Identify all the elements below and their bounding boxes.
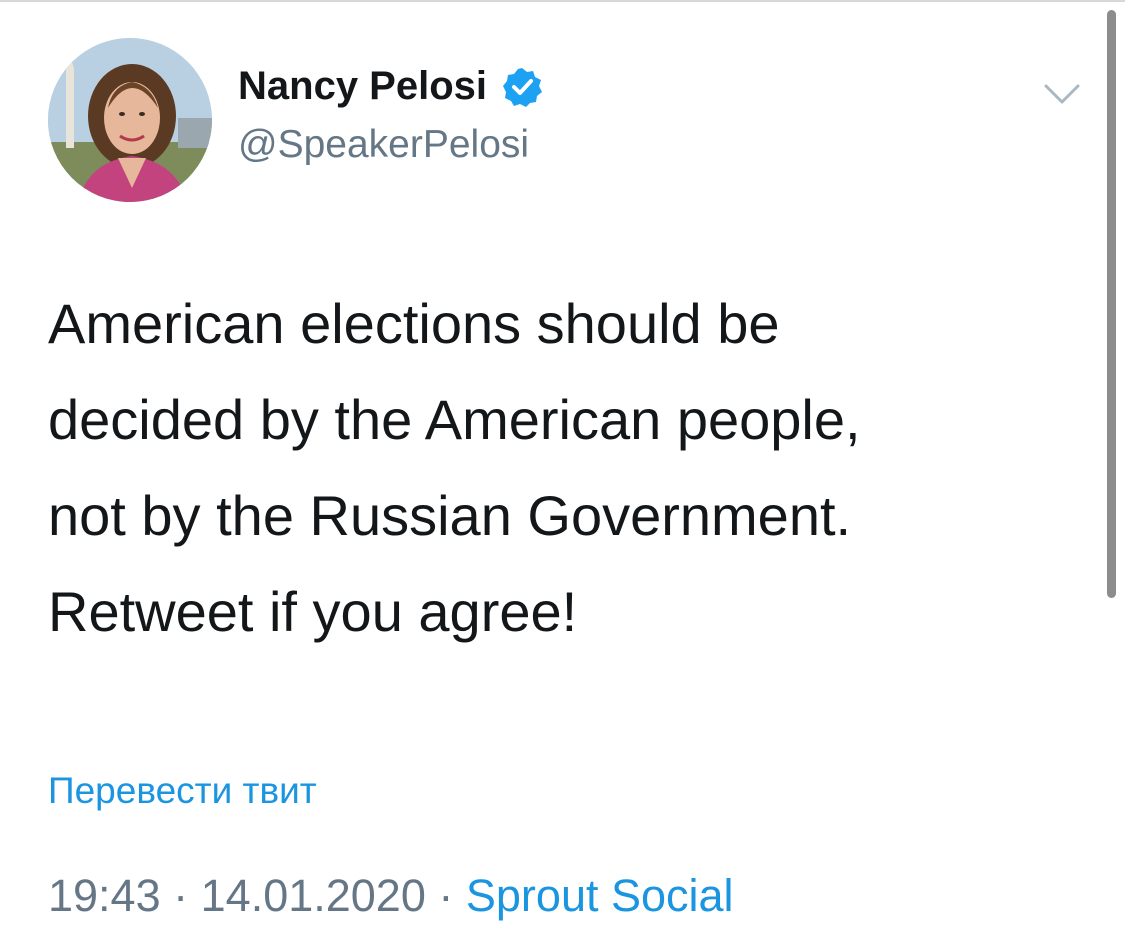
meta-separator: ·: [438, 870, 466, 921]
tweet-page: Nancy Pelosi @SpeakerPelosi American ele…: [0, 0, 1125, 950]
display-name[interactable]: Nancy Pelosi: [238, 64, 487, 109]
top-divider: [0, 0, 1125, 2]
scrollbar[interactable]: [1107, 10, 1116, 598]
avatar-image: [48, 38, 212, 202]
tweet-source-link[interactable]: Sprout Social: [466, 870, 734, 921]
tweet-text-line: Retweet if you agree!: [48, 580, 578, 643]
user-handle[interactable]: @SpeakerPelosi: [238, 123, 529, 167]
avatar[interactable]: [48, 38, 212, 202]
tweet-text-line: not by the Russian Government.: [48, 484, 852, 547]
tweet-text-line: decided by the American people,: [48, 388, 861, 451]
tweet-metadata: 19:43 · 14.01.2020 · Sprout Social: [48, 870, 734, 922]
more-options-button[interactable]: [1040, 76, 1084, 112]
translate-tweet-link[interactable]: Перевести твит: [48, 770, 317, 812]
tweet-text-line: American elections should be: [48, 292, 780, 355]
tweet-text: American elections should be decided by …: [48, 276, 1068, 660]
chevron-down-icon: [1044, 84, 1080, 104]
meta-separator: ·: [173, 870, 201, 921]
display-name-row[interactable]: Nancy Pelosi: [238, 64, 543, 109]
verified-badge-icon: [501, 66, 543, 108]
tweet-time: 19:43: [48, 870, 161, 921]
tweet-date: 14.01.2020: [200, 870, 426, 921]
